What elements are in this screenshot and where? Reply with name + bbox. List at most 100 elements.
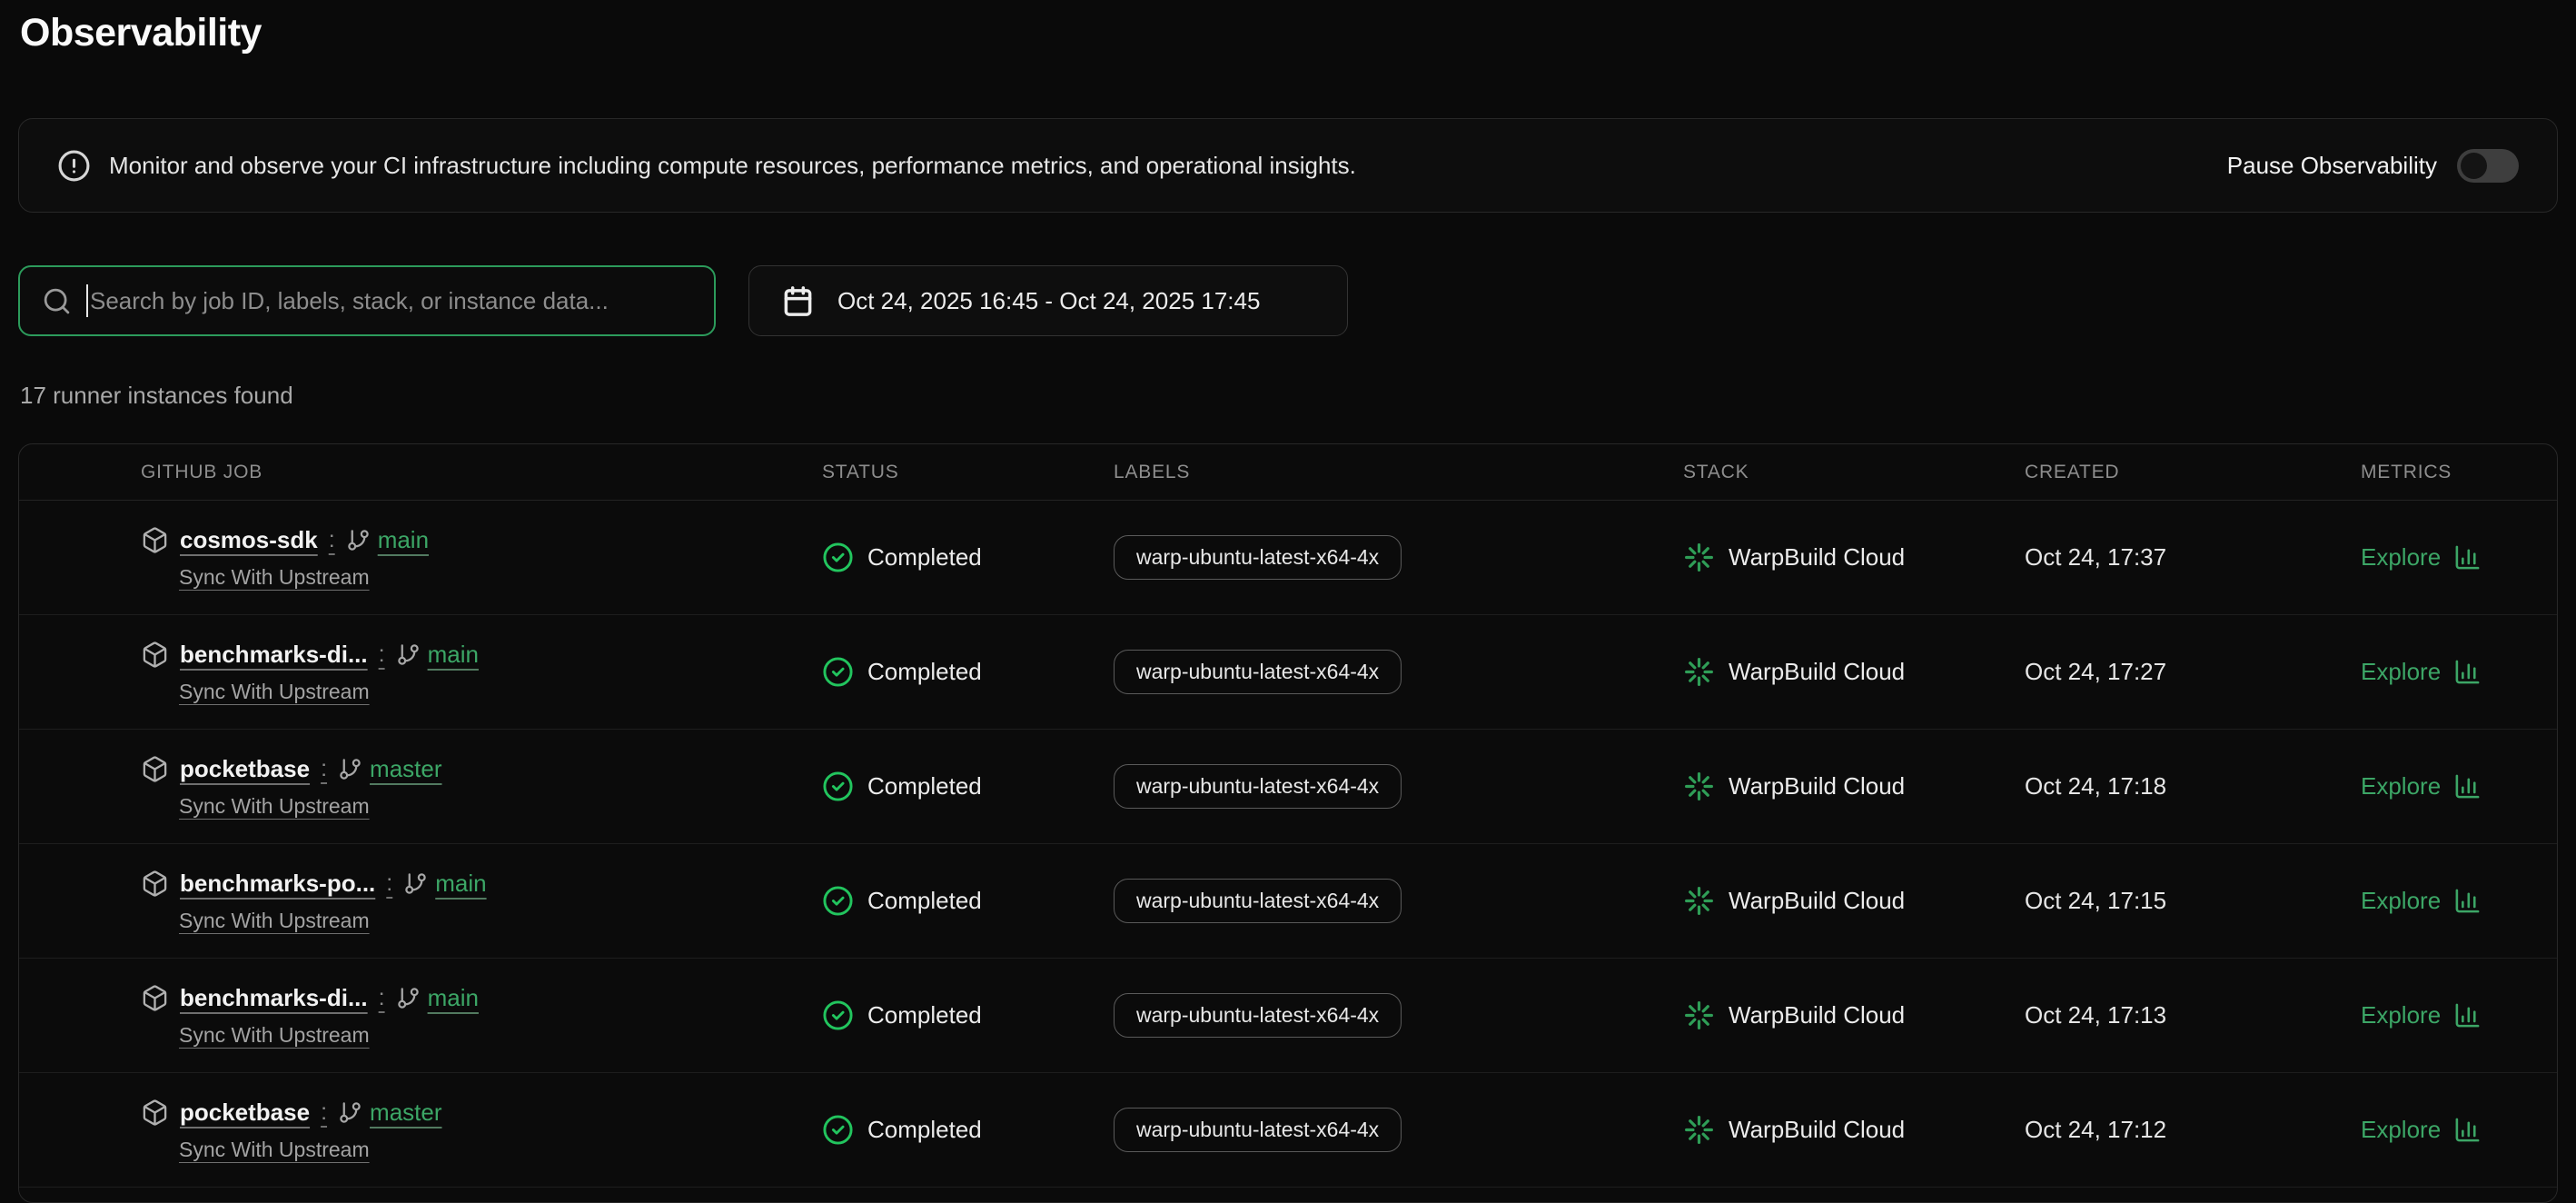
warpbuild-spark-icon [1683, 885, 1715, 917]
sync-with-upstream-link[interactable]: Sync With Upstream [179, 909, 370, 933]
branch-link[interactable]: master [370, 1099, 441, 1127]
warpbuild-spark-icon [1683, 771, 1715, 802]
info-banner: Monitor and observe your CI infrastructu… [18, 118, 2558, 213]
status-text: Completed [867, 887, 982, 915]
repo-branch-separator: : [321, 756, 327, 782]
stack-cell: WarpBuild Cloud [1683, 771, 2025, 802]
package-icon [141, 870, 169, 898]
explore-metrics-button[interactable]: Explore [2361, 1116, 2558, 1144]
status-cell: Completed [822, 542, 1114, 573]
explore-label: Explore [2361, 772, 2441, 800]
explore-label: Explore [2361, 1001, 2441, 1029]
repo-branch-separator: : [379, 641, 385, 668]
explore-metrics-button[interactable]: Explore [2361, 887, 2558, 915]
stack-name: WarpBuild Cloud [1729, 543, 1905, 572]
created-timestamp: Oct 24, 17:18 [2025, 772, 2166, 800]
git-branch-icon [346, 528, 371, 552]
date-range-text: Oct 24, 2025 16:45 - Oct 24, 2025 17:45 [837, 287, 1260, 315]
repo-link[interactable]: pocketbase [180, 1099, 310, 1127]
runner-label-chip: warp-ubuntu-latest-x64-4x [1114, 1108, 1402, 1152]
explore-metrics-button[interactable]: Explore [2361, 658, 2558, 686]
stack-cell: WarpBuild Cloud [1683, 885, 2025, 917]
explore-metrics-button[interactable]: Explore [2361, 1001, 2558, 1029]
pause-observability-toggle[interactable] [2457, 149, 2519, 183]
explore-metrics-button[interactable]: Explore [2361, 543, 2558, 572]
stack-name: WarpBuild Cloud [1729, 658, 1905, 686]
explore-label: Explore [2361, 658, 2441, 686]
stack-name: WarpBuild Cloud [1729, 772, 1905, 800]
bar-chart-icon [2453, 543, 2482, 572]
runner-instances-table: GITHUB JOB STATUS LABELS STACK CREATED M… [18, 443, 2558, 1203]
runner-label-chip: warp-ubuntu-latest-x64-4x [1114, 764, 1402, 809]
created-timestamp: Oct 24, 17:13 [2025, 1001, 2166, 1029]
bar-chart-icon [2453, 887, 2482, 915]
github-job-cell: cosmos-sdk : main Sync With Upstream [19, 526, 822, 590]
column-header-metrics: METRICS [2361, 462, 2558, 483]
repo-link[interactable]: benchmarks-di... [180, 984, 368, 1012]
sync-with-upstream-link[interactable]: Sync With Upstream [179, 565, 370, 590]
repo-branch-separator: : [379, 985, 385, 1011]
branch-link[interactable]: master [370, 755, 441, 783]
warpbuild-spark-icon [1683, 542, 1715, 573]
status-cell: Completed [822, 771, 1114, 802]
date-range-button[interactable]: Oct 24, 2025 16:45 - Oct 24, 2025 17:45 [748, 265, 1348, 336]
page-title: Observability [20, 11, 262, 55]
sync-with-upstream-link[interactable]: Sync With Upstream [179, 1023, 370, 1048]
runner-label-chip: warp-ubuntu-latest-x64-4x [1114, 535, 1402, 580]
stack-name: WarpBuild Cloud [1729, 887, 1905, 915]
runner-label-chip: warp-ubuntu-latest-x64-4x [1114, 879, 1402, 923]
created-cell: Oct 24, 17:15 [2025, 887, 2361, 915]
branch-link[interactable]: main [428, 984, 479, 1012]
table-row: benchmarks-po... : main Sync With Upstre… [19, 844, 2557, 959]
stack-cell: WarpBuild Cloud [1683, 1114, 2025, 1146]
column-header-status: STATUS [822, 462, 1114, 483]
stack-cell: WarpBuild Cloud [1683, 656, 2025, 688]
circle-check-icon [822, 1114, 854, 1146]
github-job-cell: benchmarks-po... : main Sync With Upstre… [19, 870, 822, 933]
status-cell: Completed [822, 999, 1114, 1031]
status-text: Completed [867, 1001, 982, 1029]
bar-chart-icon [2453, 772, 2482, 800]
table-row: benchmarks-di... : main Sync With Upstre… [19, 615, 2557, 730]
column-header-created: CREATED [2025, 462, 2361, 483]
bar-chart-icon [2453, 1116, 2482, 1144]
sync-with-upstream-link[interactable]: Sync With Upstream [179, 1138, 370, 1162]
branch-link[interactable]: main [435, 870, 486, 898]
table-row: benchmarks-di... : main Sync With Upstre… [19, 959, 2557, 1073]
stack-name: WarpBuild Cloud [1729, 1001, 1905, 1029]
repo-link[interactable]: benchmarks-di... [180, 641, 368, 669]
package-icon [141, 755, 169, 783]
created-cell: Oct 24, 17:37 [2025, 543, 2361, 572]
package-icon [141, 526, 169, 554]
github-job-cell: benchmarks-di... : main Sync With Upstre… [19, 641, 822, 704]
branch-link[interactable]: main [428, 641, 479, 669]
labels-cell: warp-ubuntu-latest-x64-4x [1114, 650, 1683, 694]
explore-metrics-button[interactable]: Explore [2361, 772, 2558, 800]
sync-with-upstream-link[interactable]: Sync With Upstream [179, 794, 370, 819]
table-row: pocketbase : master Sync With Upstream C… [19, 730, 2557, 844]
search-input[interactable] [90, 287, 692, 315]
search-box[interactable] [18, 265, 716, 336]
repo-link[interactable]: cosmos-sdk [180, 526, 318, 554]
circle-check-icon [822, 771, 854, 802]
banner-text: Monitor and observe your CI infrastructu… [109, 152, 1356, 180]
repo-link[interactable]: benchmarks-po... [180, 870, 375, 898]
circle-check-icon [822, 542, 854, 573]
created-cell: Oct 24, 17:18 [2025, 772, 2361, 800]
status-text: Completed [867, 772, 982, 800]
circle-check-icon [822, 885, 854, 917]
github-job-cell: pocketbase : master Sync With Upstream [19, 755, 822, 819]
bar-chart-icon [2453, 658, 2482, 686]
circle-check-icon [822, 999, 854, 1031]
explore-label: Explore [2361, 1116, 2441, 1144]
explore-label: Explore [2361, 543, 2441, 572]
column-header-labels: LABELS [1114, 462, 1683, 483]
created-timestamp: Oct 24, 17:12 [2025, 1116, 2166, 1143]
branch-link[interactable]: main [378, 526, 429, 554]
bar-chart-icon [2453, 1001, 2482, 1029]
git-branch-icon [396, 986, 421, 1010]
github-job-cell: pocketbase : master Sync With Upstream [19, 1099, 822, 1162]
sync-with-upstream-link[interactable]: Sync With Upstream [179, 680, 370, 704]
repo-link[interactable]: pocketbase [180, 755, 310, 783]
calendar-icon [782, 285, 814, 317]
